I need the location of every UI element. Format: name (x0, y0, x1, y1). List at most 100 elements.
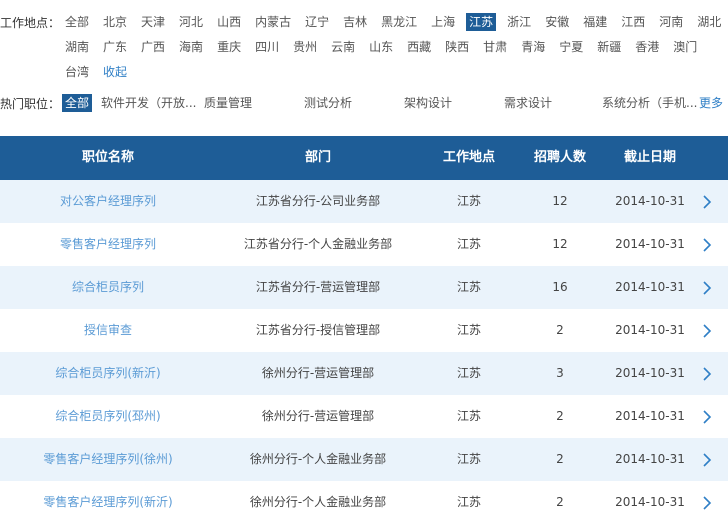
location-option[interactable]: 广西 (138, 38, 168, 56)
cell-count: 2 (556, 495, 564, 509)
location-option[interactable]: 湖北 (694, 13, 724, 31)
hot-position-system-analysis[interactable]: 系统分析（手机... (599, 94, 700, 112)
cell-count: 2 (556, 452, 564, 466)
cell-department: 徐州分行-个人金融业务部 (249, 495, 387, 509)
table-row[interactable]: 授信审查 江苏省分行-授信管理部 江苏 2 2014-10-31 (0, 309, 728, 352)
cell-deadline: 2014-10-31 (615, 237, 685, 251)
table-body: 对公客户经理序列 江苏省分行-公司业务部 江苏 12 2014-10-31 零售客户经理序… (0, 180, 728, 524)
location-option[interactable]: 黑龙江 (378, 13, 420, 31)
location-option[interactable]: 西藏 (404, 38, 434, 56)
location-option[interactable]: 陕西 (442, 38, 472, 56)
location-option[interactable]: 天津 (138, 13, 168, 31)
hot-positions-label: 热门职位： (0, 97, 61, 111)
location-row-2: 湖南 广东 广西 海南 重庆 四川 贵州 云南 山东 西藏 陕西 甘肃 青海 宁夏 新疆 香港 澳门 (62, 38, 708, 56)
hot-position-all[interactable]: 全部 (62, 94, 93, 112)
location-option[interactable]: 安徽 (542, 13, 572, 31)
cell-position[interactable]: 零售客户经理序列(新沂) (0, 481, 216, 524)
cell-count: 12 (552, 237, 568, 251)
cell-location: 江苏 (456, 409, 481, 423)
chevron-right-icon[interactable] (700, 236, 714, 254)
cell-position[interactable]: 零售客户经理序列 (0, 223, 216, 266)
cell-department: 徐州分行-个人金融业务部 (249, 452, 387, 466)
hot-position-quality[interactable]: 质量管理 (201, 94, 255, 112)
cell-position[interactable]: 授信审查 (0, 309, 216, 352)
location-option[interactable]: 福建 (580, 13, 610, 31)
cell-deadline: 2014-10-31 (615, 323, 685, 337)
cell-location: 江苏 (456, 237, 481, 251)
table-row[interactable]: 零售客户经理序列(徐州) 徐州分行-个人金融业务部 江苏 2 2014-10-31 (0, 438, 728, 481)
location-option[interactable]: 宁夏 (556, 38, 586, 56)
location-option[interactable]: 河南 (656, 13, 686, 31)
location-option[interactable]: 香港 (632, 38, 662, 56)
table-row[interactable]: 对公客户经理序列 江苏省分行-公司业务部 江苏 12 2014-10-31 (0, 180, 728, 223)
location-option[interactable]: 山东 (366, 38, 396, 56)
cell-department: 江苏省分行-公司业务部 (255, 194, 381, 208)
table-row[interactable]: 综合柜员序列(邳州) 徐州分行-营运管理部 江苏 2 2014-10-31 (0, 395, 728, 438)
header-location: 工作地点 (442, 150, 495, 165)
location-option[interactable]: 重庆 (214, 38, 244, 56)
cell-department: 江苏省分行-营运管理部 (255, 280, 381, 294)
location-option[interactable]: 山西 (214, 13, 244, 31)
chevron-right-icon[interactable] (700, 279, 714, 297)
location-option[interactable]: 海南 (176, 38, 206, 56)
chevron-right-icon[interactable] (700, 408, 714, 426)
location-option[interactable]: 贵州 (290, 38, 320, 56)
hot-position-software-dev[interactable]: 软件开发（开放... (98, 94, 199, 112)
location-option[interactable]: 湖南 (62, 38, 92, 56)
location-option[interactable]: 江西 (618, 13, 648, 31)
cell-position[interactable]: 零售客户经理序列(徐州) (0, 438, 216, 481)
location-option[interactable]: 甘肃 (480, 38, 510, 56)
location-option[interactable]: 四川 (252, 38, 282, 56)
chevron-right-icon[interactable] (700, 494, 714, 512)
cell-deadline: 2014-10-31 (615, 280, 685, 294)
cell-position[interactable]: 综合柜员序列(新沂) (0, 352, 216, 395)
location-option[interactable]: 澳门 (670, 38, 700, 56)
header-deadline: 截止日期 (623, 150, 676, 165)
cell-position[interactable]: 综合柜员序列 (0, 266, 216, 309)
location-option[interactable]: 吉林 (340, 13, 370, 31)
chevron-right-icon[interactable] (700, 193, 714, 211)
location-option[interactable]: 江苏 (466, 13, 497, 31)
cell-count: 3 (556, 366, 564, 380)
location-option[interactable]: 青海 (518, 38, 548, 56)
chevron-right-icon[interactable] (700, 451, 714, 469)
hot-position-test-analysis[interactable]: 测试分析 (301, 94, 355, 112)
header-count: 招聘人数 (533, 150, 586, 165)
cell-count: 2 (556, 323, 564, 337)
cell-deadline: 2014-10-31 (615, 366, 685, 380)
location-option[interactable]: 新疆 (594, 38, 624, 56)
location-option[interactable]: 北京 (100, 13, 130, 31)
location-option[interactable]: 全部 (62, 13, 92, 31)
header-position: 职位名称 (81, 150, 134, 165)
location-row-1: 全部 北京 天津 河北 山西 内蒙古 辽宁 吉林 黑龙江 上海 江苏 浙江 安徽 福建 江西 河南 湖北 (62, 13, 728, 31)
table-row[interactable]: 综合柜员序列(新沂) 徐州分行-营运管理部 江苏 3 2014-10-31 (0, 352, 728, 395)
hot-position-architecture[interactable]: 架构设计 (401, 94, 455, 112)
cell-location: 江苏 (456, 323, 481, 337)
cell-count: 2 (556, 409, 564, 423)
cell-deadline: 2014-10-31 (615, 409, 685, 423)
cell-position[interactable]: 对公客户经理序列 (0, 180, 216, 223)
cell-department: 徐州分行-营运管理部 (261, 366, 375, 380)
chevron-right-icon[interactable] (700, 322, 714, 340)
location-option[interactable]: 辽宁 (302, 13, 332, 31)
chevron-right-icon[interactable] (700, 365, 714, 383)
cell-location: 江苏 (456, 366, 481, 380)
location-option[interactable]: 内蒙古 (252, 13, 294, 31)
table-row[interactable]: 零售客户经理序列(新沂) 徐州分行-个人金融业务部 江苏 2 2014-10-31 (0, 481, 728, 524)
hot-position-requirements[interactable]: 需求设计 (501, 94, 555, 112)
table-row[interactable]: 零售客户经理序列 江苏省分行-个人金融业务部 江苏 12 2014-10-31 (0, 223, 728, 266)
location-option[interactable]: 台湾 (62, 63, 92, 81)
location-option[interactable]: 浙江 (504, 13, 534, 31)
location-option[interactable]: 上海 (428, 13, 458, 31)
cell-department: 江苏省分行-个人金融业务部 (243, 237, 393, 251)
location-row-3: 台湾 收起 (62, 63, 138, 81)
collapse-link[interactable]: 收起 (100, 63, 130, 81)
location-option[interactable]: 广东 (100, 38, 130, 56)
more-link[interactable]: 更多 (696, 94, 726, 112)
cell-count: 12 (552, 194, 568, 208)
table-row[interactable]: 综合柜员序列 江苏省分行-营运管理部 江苏 16 2014-10-31 (0, 266, 728, 309)
cell-department: 徐州分行-营运管理部 (261, 409, 375, 423)
location-option[interactable]: 河北 (176, 13, 206, 31)
location-option[interactable]: 云南 (328, 38, 358, 56)
cell-position[interactable]: 综合柜员序列(邳州) (0, 395, 216, 438)
